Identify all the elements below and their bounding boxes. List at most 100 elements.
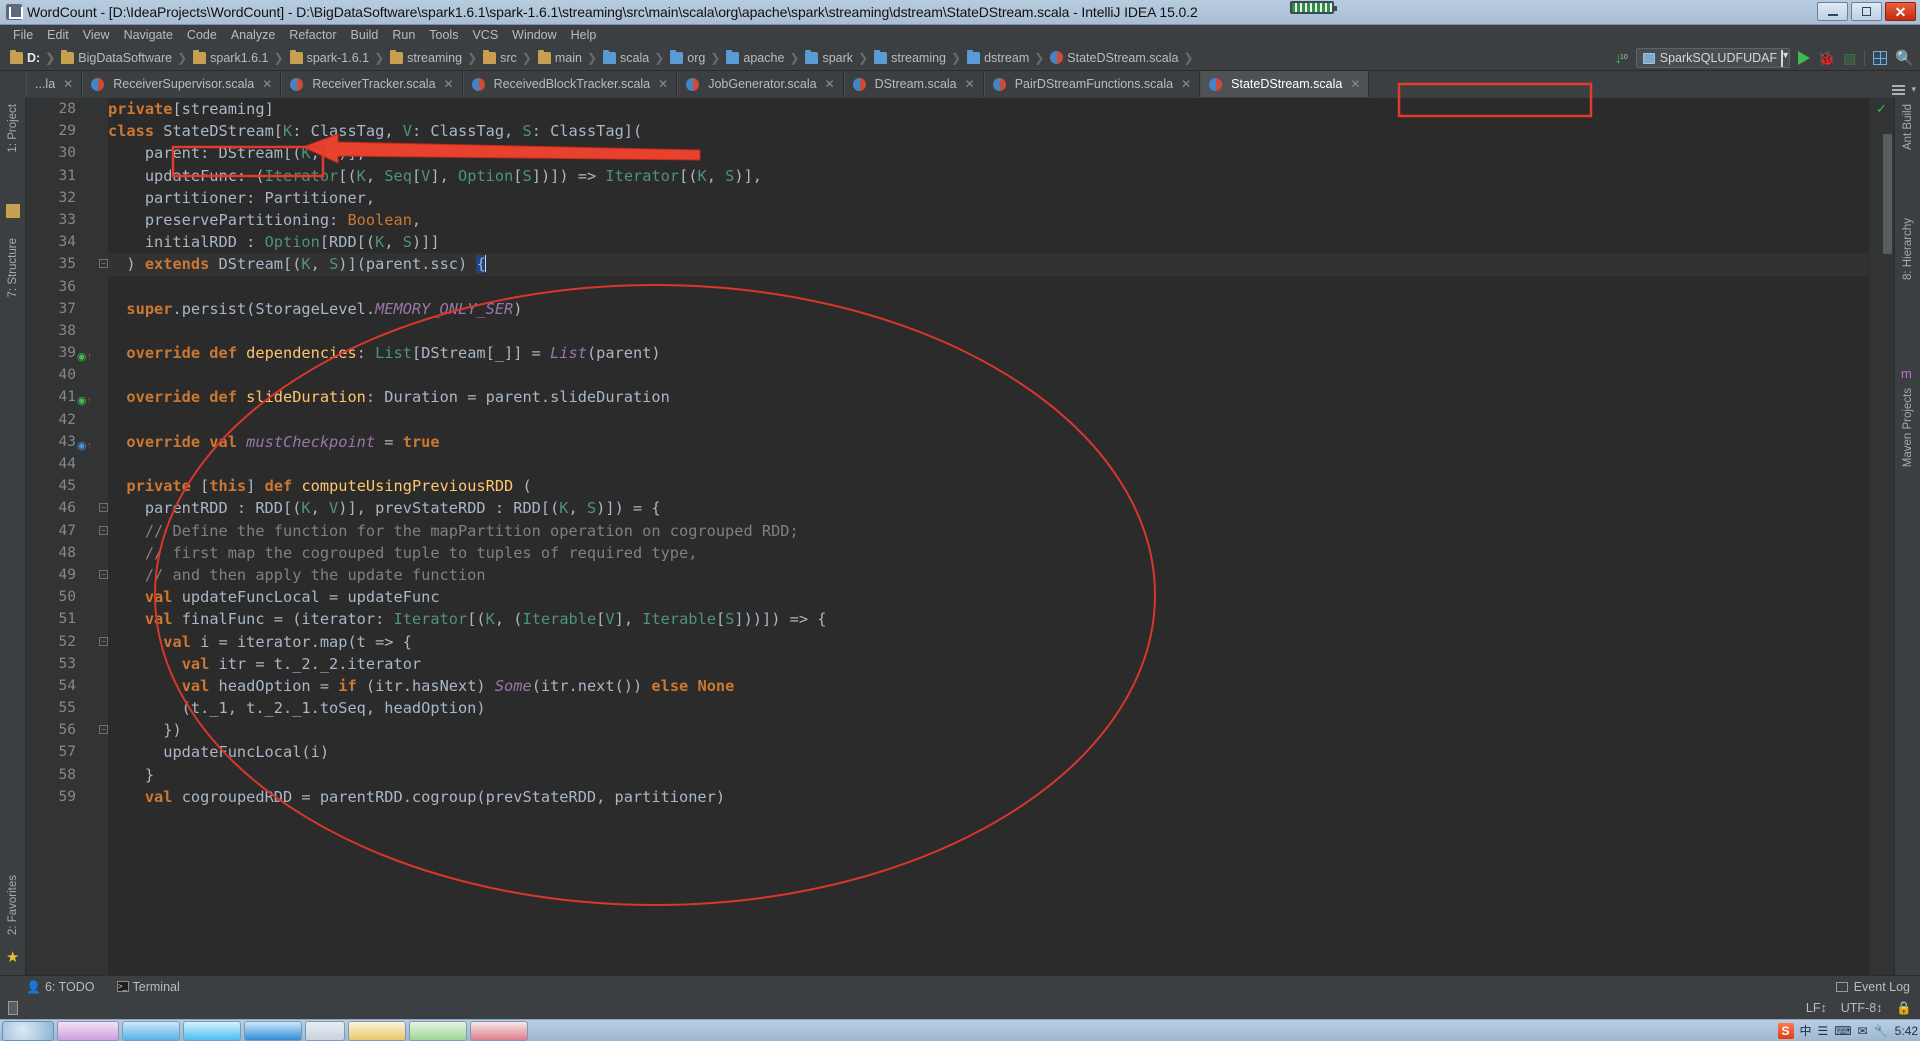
close-icon[interactable]: ✕ xyxy=(658,77,668,91)
status-line-separator[interactable]: LF↕ xyxy=(1806,1001,1827,1015)
tab-menu-icon[interactable] xyxy=(1892,84,1906,95)
debug-button[interactable]: 🐞 xyxy=(1818,50,1835,67)
menu-item-refactor[interactable]: Refactor xyxy=(282,25,343,45)
editor-tab-receivertracker-scala[interactable]: ReceiverTracker.scala ✕ xyxy=(281,71,463,97)
breadcrumb-item-spark[interactable]: spark ❯ xyxy=(801,45,870,71)
code-line[interactable]: partitioner: Partitioner, xyxy=(108,187,1868,209)
sidebar-item-maven-projects[interactable]: Maven Projects xyxy=(1902,388,1914,467)
clock[interactable]: 5:42 xyxy=(1895,1024,1918,1038)
main-toolbar[interactable]: ↓ 10 SparkSQLUDFUDAF ▼ 🐞 ▨ 🔍 xyxy=(1614,45,1914,71)
gutter-row[interactable]: 33 xyxy=(26,209,108,231)
taskbar-item-7[interactable] xyxy=(409,1020,467,1041)
code-line[interactable]: preservePartitioning: Boolean, xyxy=(108,209,1868,231)
gutter-row[interactable]: 48 xyxy=(26,542,108,564)
menu-item-view[interactable]: View xyxy=(76,25,117,45)
breadcrumb-item-spark-1-6-1[interactable]: spark-1.6.1 ❯ xyxy=(286,45,387,71)
code-line[interactable]: val headOption = if (itr.hasNext) Some(i… xyxy=(108,675,1868,697)
taskbar-item-explorer[interactable] xyxy=(348,1020,406,1041)
fold-toggle-icon[interactable]: − xyxy=(99,525,108,535)
code-line[interactable]: override def dependencies: List[DStream[… xyxy=(108,342,1868,364)
gutter-row[interactable]: 42 xyxy=(26,409,108,431)
sidebar-item-project[interactable]: 1: Project xyxy=(7,104,19,153)
left-tool-window-bar[interactable]: 1: Project 7: Structure 2: Favorites ★ xyxy=(0,98,26,975)
gutter-row[interactable]: 46 − xyxy=(26,497,108,519)
sidebar-item-favorites[interactable]: 2: Favorites xyxy=(7,875,19,935)
menu-item-edit[interactable]: Edit xyxy=(40,25,76,45)
chevron-down-icon[interactable]: ▼ xyxy=(1781,49,1790,67)
coverage-button[interactable]: ▨ xyxy=(1843,50,1856,67)
editor-tab-statedstream-scala[interactable]: StateDStream.scala ✕ xyxy=(1200,71,1370,97)
code-line[interactable]: val i = iterator.map(t => { xyxy=(108,631,1868,653)
breadcrumb-item-apache[interactable]: apache ❯ xyxy=(722,45,801,71)
code-line[interactable]: // first map the cogrouped tuple to tupl… xyxy=(108,542,1868,564)
tool-window-bottom-bar[interactable]: 👤 6: TODO >_ Terminal Event Log xyxy=(0,975,1920,997)
search-icon[interactable]: 🔍 xyxy=(1895,49,1914,67)
gutter-row[interactable]: 41 ◉↑ xyxy=(26,386,108,408)
mail-icon[interactable]: ✉ xyxy=(1858,1024,1868,1038)
code-line[interactable]: override val mustCheckpoint = true xyxy=(108,431,1868,453)
breadcrumb-item-dstream[interactable]: dstream ❯ xyxy=(963,45,1046,71)
code-line[interactable]: private [this] def computeUsingPreviousR… xyxy=(108,475,1868,497)
menu-item-tools[interactable]: Tools xyxy=(422,25,465,45)
ime-toolbar-icon[interactable]: ☰ xyxy=(1818,1024,1829,1038)
gutter-row[interactable]: 58 xyxy=(26,764,108,786)
gutter-row[interactable]: 47 − xyxy=(26,520,108,542)
breadcrumb[interactable]: D: ❯ BigDataSoftware ❯ spark1.6.1 ❯ spark-1.6.… xyxy=(6,45,1196,71)
gutter-row[interactable]: 35 − xyxy=(26,253,108,275)
taskbar-item-4[interactable] xyxy=(244,1020,302,1041)
menu-bar[interactable]: File Edit View Navigate Code Analyze Refactor B… xyxy=(0,25,1920,45)
code-line[interactable]: }) xyxy=(108,719,1868,741)
gutter-row[interactable]: 45 xyxy=(26,475,108,497)
breadcrumb-item-spark1-6-1[interactable]: spark1.6.1 ❯ xyxy=(189,45,285,71)
fold-toggle-icon[interactable]: − xyxy=(99,569,108,579)
breadcrumb-item-org[interactable]: org ❯ xyxy=(666,45,722,71)
code-line[interactable]: val updateFuncLocal = updateFunc xyxy=(108,586,1868,608)
fold-toggle-icon[interactable]: − xyxy=(99,636,108,646)
code-line[interactable]: val itr = t._2._2.iterator xyxy=(108,653,1868,675)
todo-tool-window[interactable]: 👤 6: TODO xyxy=(26,980,95,994)
gutter-row[interactable]: 56 − xyxy=(26,719,108,741)
minimize-button[interactable] xyxy=(1817,2,1848,21)
navigation-bar[interactable]: D: ❯ BigDataSoftware ❯ spark1.6.1 ❯ spark-1.6.… xyxy=(0,45,1920,71)
editor-tab-bar[interactable]: ...la ✕ ReceiverSupervisor.scala ✕ ReceiverT… xyxy=(0,71,1920,97)
taskbar-item-1[interactable] xyxy=(57,1020,119,1041)
lock-icon[interactable]: 🔒 xyxy=(1896,1001,1912,1016)
code-line[interactable]: updateFunc: (Iterator[(K, Seq[V], Option… xyxy=(108,165,1868,187)
keyboard-icon[interactable]: ⌨ xyxy=(1834,1024,1851,1038)
gutter-row[interactable]: 59 xyxy=(26,786,108,808)
run-button[interactable] xyxy=(1797,51,1810,65)
code-line[interactable]: super.persist(StorageLevel.MEMORY_ONLY_S… xyxy=(108,298,1868,320)
gutter-row[interactable]: 44 xyxy=(26,453,108,475)
fold-toggle-icon[interactable]: − xyxy=(99,725,108,735)
chevron-down-icon[interactable]: ▾ xyxy=(1911,84,1916,95)
gutter-row[interactable]: 49 − xyxy=(26,564,108,586)
run-configuration-selector[interactable]: SparkSQLUDFUDAF ▼ xyxy=(1635,48,1790,68)
system-tray[interactable]: S 中 ☰ ⌨ ✉ 🔧 5:42 xyxy=(1777,1022,1918,1039)
code-line[interactable]: initialRDD : Option[RDD[(K, S)]] xyxy=(108,231,1868,253)
status-encoding[interactable]: UTF-8↕ xyxy=(1841,1001,1883,1015)
breadcrumb-item-d-[interactable]: D: ❯ xyxy=(6,45,57,71)
code-line[interactable]: parent: DStream[(K, V)], xyxy=(108,142,1868,164)
gutter-row[interactable]: 40 xyxy=(26,364,108,386)
editor-tab-pairdstreamfunctions-scala[interactable]: PairDStreamFunctions.scala ✕ xyxy=(983,71,1201,97)
terminal-tool-window[interactable]: >_ Terminal xyxy=(116,980,180,994)
gutter-row[interactable]: 34 xyxy=(26,231,108,253)
close-icon[interactable]: ✕ xyxy=(444,77,454,91)
status-bar-right[interactable]: LF↕ UTF-8↕ 🔒 xyxy=(1806,1001,1912,1016)
sidebar-item-ant-build[interactable]: Ant Build xyxy=(1902,104,1914,150)
menu-item-file[interactable]: File xyxy=(6,25,40,45)
gutter-row[interactable]: 39 ◉↑ xyxy=(26,342,108,364)
gutter-row[interactable]: 30 xyxy=(26,142,108,164)
code-line[interactable]: } xyxy=(108,764,1868,786)
breadcrumb-item-streaming[interactable]: streaming ❯ xyxy=(386,45,479,71)
breadcrumb-item-bigdatasoftware[interactable]: BigDataSoftware ❯ xyxy=(57,45,189,71)
code-line[interactable]: val cogroupedRDD = parentRDD.cogroup(pre… xyxy=(108,786,1868,808)
ime-icon[interactable]: 中 xyxy=(1800,1022,1812,1039)
gutter-row[interactable]: 29 xyxy=(26,120,108,142)
menu-item-help[interactable]: Help xyxy=(564,25,604,45)
code-line[interactable]: private[streaming] xyxy=(108,98,1868,120)
gutter-row[interactable]: 52 − xyxy=(26,631,108,653)
gutter-row[interactable]: 43 ◉↑ xyxy=(26,431,108,453)
window-controls[interactable]: ✕ xyxy=(1817,2,1916,21)
close-icon[interactable]: ✕ xyxy=(262,77,272,91)
